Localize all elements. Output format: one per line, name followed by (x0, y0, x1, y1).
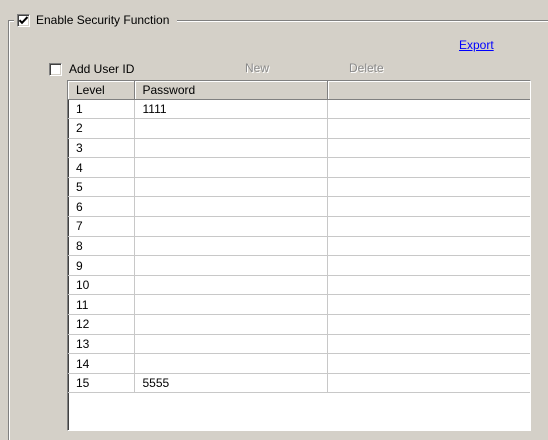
level-cell[interactable]: 5 (68, 177, 135, 198)
extra-cell[interactable] (327, 334, 530, 355)
table-row[interactable]: 12 (68, 314, 530, 335)
extra-cell[interactable] (327, 138, 530, 159)
add-user-id-row: Add User ID (49, 62, 134, 76)
table-row[interactable]: 7 (68, 216, 530, 237)
level-cell[interactable]: 1 (68, 99, 135, 120)
extra-cell[interactable] (327, 118, 530, 139)
extra-cell[interactable] (327, 196, 530, 218)
add-user-id-label[interactable]: Add User ID (69, 62, 134, 76)
password-cell[interactable] (134, 275, 328, 296)
table-row[interactable]: 8 (68, 236, 530, 257)
table-row[interactable]: 1 1111 (68, 99, 530, 120)
password-cell[interactable] (134, 216, 328, 237)
extra-cell[interactable] (327, 373, 530, 394)
level-cell[interactable]: 12 (68, 314, 135, 335)
password-cell[interactable] (134, 334, 328, 355)
level-cell[interactable]: 10 (68, 275, 135, 296)
level-cell[interactable]: 6 (68, 196, 135, 218)
table-header-row: Level Password (68, 81, 530, 100)
table-row[interactable]: 11 (68, 294, 530, 316)
table-row[interactable]: 4 (68, 157, 530, 178)
level-cell[interactable]: 15 (68, 373, 135, 394)
table-row[interactable]: 2 (68, 118, 530, 139)
export-link[interactable]: Export (459, 38, 494, 52)
level-cell[interactable]: 8 (68, 236, 135, 257)
table-row[interactable]: 14 (68, 353, 530, 374)
level-cell[interactable]: 7 (68, 216, 135, 237)
table-row[interactable]: 5 (68, 177, 530, 198)
table-row[interactable]: 15 5555 (68, 373, 530, 394)
level-cell[interactable]: 3 (68, 138, 135, 159)
extra-cell[interactable] (327, 216, 530, 237)
extra-cell[interactable] (327, 294, 530, 316)
password-cell[interactable] (134, 177, 328, 198)
password-cell[interactable] (134, 314, 328, 335)
password-cell[interactable] (134, 255, 328, 276)
extra-cell[interactable] (327, 314, 530, 335)
level-cell[interactable]: 14 (68, 353, 135, 374)
extra-cell[interactable] (327, 157, 530, 178)
enable-security-row: Enable Security Function (14, 11, 178, 29)
table-row[interactable]: 13 (68, 334, 530, 355)
password-cell[interactable] (134, 353, 328, 374)
delete-button[interactable]: Delete (349, 61, 384, 75)
level-cell[interactable]: 11 (68, 294, 135, 316)
level-cell[interactable]: 4 (68, 157, 135, 178)
password-cell[interactable]: 1111 (134, 99, 328, 120)
extra-cell[interactable] (327, 353, 530, 374)
security-settings-panel: Enable Security Function Export Add User… (0, 0, 548, 440)
level-cell[interactable]: 2 (68, 118, 135, 139)
table-row[interactable]: 3 (68, 138, 530, 159)
add-user-id-checkbox[interactable] (49, 62, 62, 76)
password-cell[interactable] (134, 157, 328, 178)
enable-security-checkbox[interactable] (17, 13, 30, 27)
password-cell[interactable] (134, 236, 328, 257)
password-cell[interactable] (134, 294, 328, 316)
password-cell[interactable]: 5555 (134, 373, 328, 394)
column-header-extra[interactable] (327, 81, 530, 100)
table-row[interactable]: 9 (68, 255, 530, 276)
table-row[interactable]: 6 (68, 196, 530, 218)
level-cell[interactable]: 9 (68, 255, 135, 276)
checkmark-icon (18, 15, 29, 24)
table-row[interactable]: 10 (68, 275, 530, 296)
extra-cell[interactable] (327, 275, 530, 296)
extra-cell[interactable] (327, 255, 530, 276)
password-cell[interactable] (134, 196, 328, 218)
password-cell[interactable] (134, 138, 328, 159)
extra-cell[interactable] (327, 236, 530, 257)
password-cell[interactable] (134, 118, 328, 139)
security-level-table[interactable]: Level Password 1 1111 2 3 4 5 6 7 8 9 10… (67, 80, 531, 431)
level-cell[interactable]: 13 (68, 334, 135, 355)
enable-security-label[interactable]: Enable Security Function (36, 13, 169, 27)
column-header-password[interactable]: Password (134, 81, 328, 100)
new-button[interactable]: New (245, 61, 269, 75)
extra-cell[interactable] (327, 177, 530, 198)
extra-cell[interactable] (327, 99, 530, 120)
column-header-level[interactable]: Level (68, 81, 135, 100)
